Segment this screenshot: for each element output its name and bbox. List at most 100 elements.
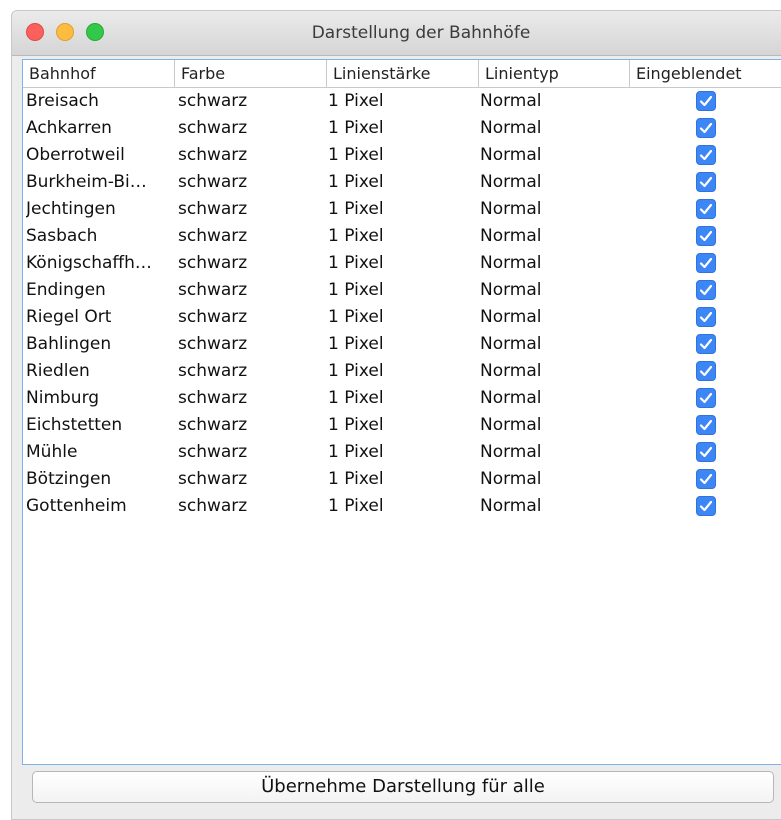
station-name-cell[interactable]: Riegel Ort (26, 304, 176, 331)
color-cell[interactable]: schwarz (178, 385, 318, 412)
table-row[interactable]: Eichstetten schwarz 1 Pixel Normal (23, 412, 781, 439)
table-row[interactable]: Bahlingen schwarz 1 Pixel Normal (23, 331, 781, 358)
station-name-cell[interactable]: Bötzingen (26, 466, 176, 493)
table-row[interactable]: Riegel Ort schwarz 1 Pixel Normal (23, 304, 781, 331)
visible-checkbox[interactable] (696, 172, 716, 192)
table-row[interactable]: Königschaffh… schwarz 1 Pixel Normal (23, 250, 781, 277)
line-width-cell[interactable]: 1 Pixel (328, 88, 468, 115)
table-row[interactable]: Endingen schwarz 1 Pixel Normal (23, 277, 781, 304)
line-width-cell[interactable]: 1 Pixel (328, 196, 468, 223)
color-cell[interactable]: schwarz (178, 88, 318, 115)
color-cell[interactable]: schwarz (178, 439, 318, 466)
table-row[interactable]: Nimburg schwarz 1 Pixel Normal (23, 385, 781, 412)
color-cell[interactable]: schwarz (178, 358, 318, 385)
line-type-cell[interactable]: Normal (480, 466, 620, 493)
line-width-cell[interactable]: 1 Pixel (328, 304, 468, 331)
station-name-cell[interactable]: Riedlen (26, 358, 176, 385)
station-name-cell[interactable]: Achkarren (26, 115, 176, 142)
color-cell[interactable]: schwarz (178, 493, 318, 520)
visible-checkbox[interactable] (696, 334, 716, 354)
line-type-cell[interactable]: Normal (480, 439, 620, 466)
column-header-eingeblendet[interactable]: Eingeblendet (630, 60, 781, 87)
line-type-cell[interactable]: Normal (480, 88, 620, 115)
line-type-cell[interactable]: Normal (480, 331, 620, 358)
visible-checkbox[interactable] (696, 442, 716, 462)
table-row[interactable]: Achkarren schwarz 1 Pixel Normal (23, 115, 781, 142)
station-name-cell[interactable]: Breisach (26, 88, 176, 115)
visible-checkbox[interactable] (696, 91, 716, 111)
line-width-cell[interactable]: 1 Pixel (328, 115, 468, 142)
color-cell[interactable]: schwarz (178, 223, 318, 250)
visible-checkbox[interactable] (696, 118, 716, 138)
visible-checkbox[interactable] (696, 226, 716, 246)
column-header-farbe[interactable]: Farbe (175, 60, 327, 87)
line-type-cell[interactable]: Normal (480, 196, 620, 223)
color-cell[interactable]: schwarz (178, 466, 318, 493)
line-width-cell[interactable]: 1 Pixel (328, 412, 468, 439)
visible-checkbox[interactable] (696, 199, 716, 219)
station-name-cell[interactable]: Mühle (26, 439, 176, 466)
line-type-cell[interactable]: Normal (480, 223, 620, 250)
station-name-cell[interactable]: Bahlingen (26, 331, 176, 358)
station-name-cell[interactable]: Gottenheim (26, 493, 176, 520)
table-row[interactable]: Gottenheim schwarz 1 Pixel Normal (23, 493, 781, 520)
table-row[interactable]: Bötzingen schwarz 1 Pixel Normal (23, 466, 781, 493)
station-name-cell[interactable]: Sasbach (26, 223, 176, 250)
visible-checkbox[interactable] (696, 469, 716, 489)
table-row[interactable]: Oberrotweil schwarz 1 Pixel Normal (23, 142, 781, 169)
station-name-cell[interactable]: Endingen (26, 277, 176, 304)
visible-checkbox[interactable] (696, 145, 716, 165)
line-type-cell[interactable]: Normal (480, 169, 620, 196)
table-row[interactable]: Mühle schwarz 1 Pixel Normal (23, 439, 781, 466)
visible-checkbox[interactable] (696, 280, 716, 300)
line-type-cell[interactable]: Normal (480, 304, 620, 331)
line-type-cell[interactable]: Normal (480, 358, 620, 385)
color-cell[interactable]: schwarz (178, 142, 318, 169)
line-type-cell[interactable]: Normal (480, 277, 620, 304)
line-type-cell[interactable]: Normal (480, 142, 620, 169)
line-width-cell[interactable]: 1 Pixel (328, 331, 468, 358)
station-name-cell[interactable]: Oberrotweil (26, 142, 176, 169)
station-name-cell[interactable]: Königschaffh… (26, 250, 176, 277)
color-cell[interactable]: schwarz (178, 277, 318, 304)
column-header-linienstaerke[interactable]: Linienstärke (327, 60, 479, 87)
line-width-cell[interactable]: 1 Pixel (328, 142, 468, 169)
color-cell[interactable]: schwarz (178, 412, 318, 439)
line-type-cell[interactable]: Normal (480, 385, 620, 412)
station-name-cell[interactable]: Jechtingen (26, 196, 176, 223)
table-row[interactable]: Burkheim-Bi… schwarz 1 Pixel Normal (23, 169, 781, 196)
visible-checkbox[interactable] (696, 361, 716, 381)
line-type-cell[interactable]: Normal (480, 250, 620, 277)
station-name-cell[interactable]: Eichstetten (26, 412, 176, 439)
line-width-cell[interactable]: 1 Pixel (328, 439, 468, 466)
column-header-bahnhof[interactable]: Bahnhof (23, 60, 175, 87)
title-bar[interactable]: Darstellung der Bahnhöfe (12, 11, 781, 56)
table-row[interactable]: Jechtingen schwarz 1 Pixel Normal (23, 196, 781, 223)
visible-checkbox[interactable] (696, 253, 716, 273)
table-row[interactable]: Breisach schwarz 1 Pixel Normal (23, 88, 781, 115)
stations-table[interactable]: Bahnhof Farbe Linienstärke Linientyp Ein… (22, 59, 781, 765)
color-cell[interactable]: schwarz (178, 169, 318, 196)
line-type-cell[interactable]: Normal (480, 115, 620, 142)
table-row[interactable]: Riedlen schwarz 1 Pixel Normal (23, 358, 781, 385)
line-type-cell[interactable]: Normal (480, 493, 620, 520)
visible-checkbox[interactable] (696, 496, 716, 516)
line-width-cell[interactable]: 1 Pixel (328, 223, 468, 250)
visible-checkbox[interactable] (696, 415, 716, 435)
table-row[interactable]: Sasbach schwarz 1 Pixel Normal (23, 223, 781, 250)
line-width-cell[interactable]: 1 Pixel (328, 250, 468, 277)
station-name-cell[interactable]: Burkheim-Bi… (26, 169, 176, 196)
color-cell[interactable]: schwarz (178, 196, 318, 223)
line-width-cell[interactable]: 1 Pixel (328, 493, 468, 520)
line-width-cell[interactable]: 1 Pixel (328, 358, 468, 385)
line-width-cell[interactable]: 1 Pixel (328, 466, 468, 493)
color-cell[interactable]: schwarz (178, 304, 318, 331)
line-type-cell[interactable]: Normal (480, 412, 620, 439)
color-cell[interactable]: schwarz (178, 250, 318, 277)
station-name-cell[interactable]: Nimburg (26, 385, 176, 412)
column-header-linientyp[interactable]: Linientyp (479, 60, 630, 87)
visible-checkbox[interactable] (696, 388, 716, 408)
line-width-cell[interactable]: 1 Pixel (328, 169, 468, 196)
color-cell[interactable]: schwarz (178, 331, 318, 358)
apply-all-button[interactable]: Übernehme Darstellung für alle (32, 771, 774, 803)
